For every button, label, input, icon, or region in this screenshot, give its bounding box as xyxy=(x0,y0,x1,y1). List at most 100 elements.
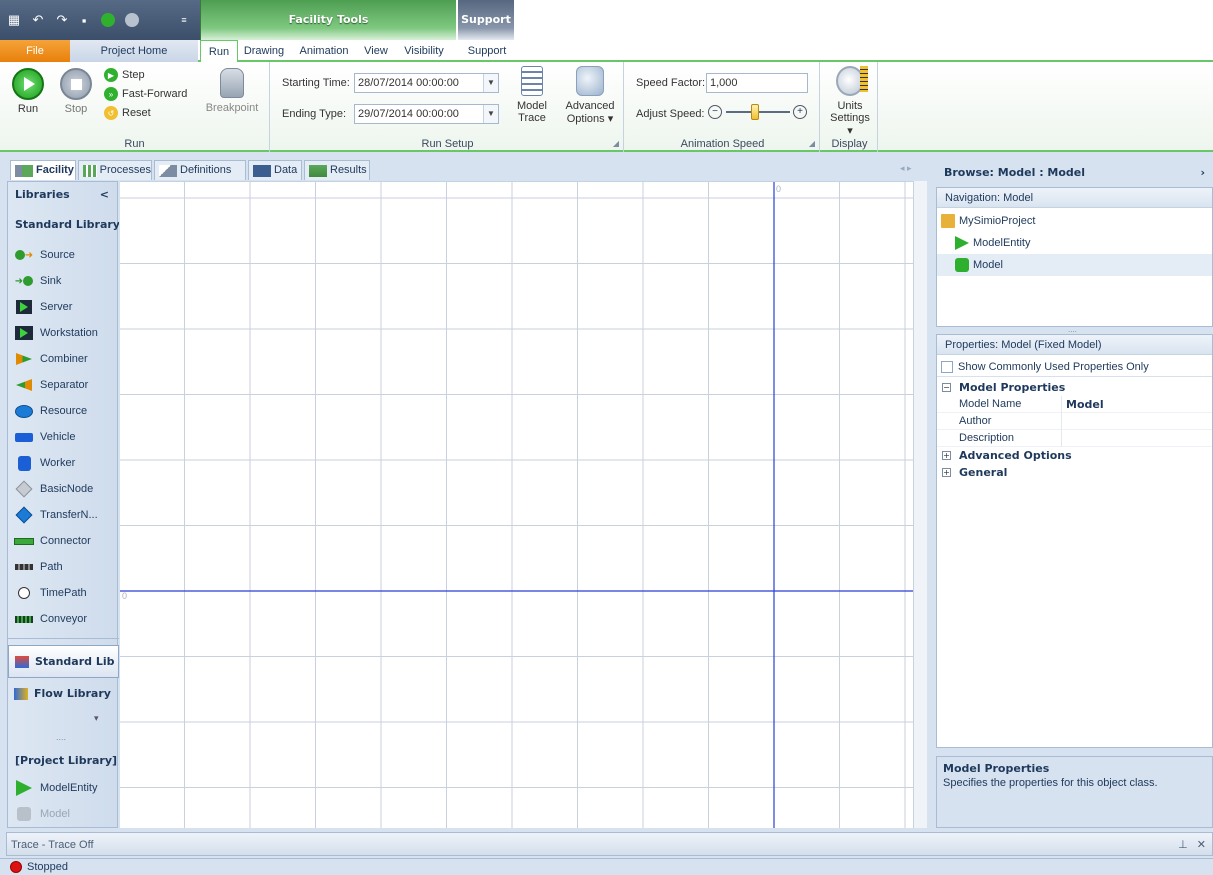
chevron-down-icon[interactable]: ▼ xyxy=(483,74,498,92)
advanced-options-button[interactable]: Advanced Options ▾ xyxy=(562,66,618,125)
tab-processes[interactable]: Processes xyxy=(78,160,152,180)
property-row-description[interactable]: Description xyxy=(937,430,1212,447)
collapse-icon[interactable]: − xyxy=(942,383,951,392)
library-item-separator[interactable]: Separator xyxy=(8,372,119,398)
tree-item-modelentity[interactable]: ModelEntity xyxy=(955,232,1030,254)
dialog-launcher-icon[interactable]: ◢ xyxy=(809,139,815,148)
sink-icon: ➜ xyxy=(14,274,34,288)
library-item-sink[interactable]: ➜ Sink xyxy=(8,268,119,294)
run-button[interactable]: Run xyxy=(8,68,48,115)
tab-run[interactable]: Run xyxy=(200,40,238,63)
app-icon[interactable]: ▦ xyxy=(6,12,22,28)
property-value[interactable]: Model xyxy=(1061,396,1212,413)
tab-project-home[interactable]: Project Home xyxy=(70,40,198,62)
redo-icon[interactable]: ↷ xyxy=(54,12,70,28)
category-advanced-options[interactable]: + Advanced Options xyxy=(937,447,1212,464)
tab-drawing[interactable]: Drawing xyxy=(240,40,288,62)
library-item-connector[interactable]: Connector xyxy=(8,528,119,554)
vehicle-icon xyxy=(14,430,34,444)
more-libraries-icon[interactable]: ▾ xyxy=(94,713,99,724)
tree-item-model[interactable]: Model xyxy=(937,254,1212,276)
library-item-server[interactable]: Server xyxy=(8,294,119,320)
adjust-speed-label: Adjust Speed: xyxy=(636,108,705,120)
step-button[interactable]: ▶ Step xyxy=(104,68,145,82)
quick-stop-icon[interactable] xyxy=(124,12,140,28)
library-item-basicnode[interactable]: BasicNode xyxy=(8,476,119,502)
panel-splitter-grip[interactable]: .... xyxy=(1068,325,1077,334)
tab-view[interactable]: View xyxy=(360,40,392,62)
stop-button[interactable]: Stop xyxy=(56,68,96,115)
tab-results[interactable]: Results xyxy=(304,160,370,180)
collapse-panel-icon[interactable]: › xyxy=(1200,160,1205,185)
speed-slider[interactable] xyxy=(726,104,790,120)
library-grip[interactable]: .... xyxy=(56,732,66,742)
fast-forward-button[interactable]: » Fast-Forward xyxy=(104,87,187,101)
tab-definitions[interactable]: Definitions xyxy=(154,160,246,180)
library-selector-standard[interactable]: Standard Lib xyxy=(8,645,119,678)
category-model-properties[interactable]: − Model Properties xyxy=(937,379,1212,396)
library-item-transfernode[interactable]: TransferN... xyxy=(8,502,119,528)
dialog-launcher-icon[interactable]: ◢ xyxy=(613,139,619,148)
library-item-vehicle[interactable]: Vehicle xyxy=(8,424,119,450)
library-item-resource[interactable]: Resource xyxy=(8,398,119,424)
speed-slider-thumb[interactable] xyxy=(750,104,759,120)
library-item-path[interactable]: Path xyxy=(8,554,119,580)
units-settings-button[interactable]: Units Settings ▾ xyxy=(826,66,874,137)
model-entity-icon xyxy=(955,236,969,250)
status-bar: Stopped xyxy=(0,858,1213,875)
chevron-down-icon[interactable]: ▼ xyxy=(483,105,498,123)
property-value[interactable] xyxy=(1061,413,1212,430)
expand-icon[interactable]: + xyxy=(942,468,951,477)
show-common-properties-toggle[interactable]: Show Commonly Used Properties Only xyxy=(937,357,1212,377)
speed-factor-input[interactable]: 1,000 xyxy=(706,73,808,93)
separator-icon xyxy=(14,378,34,392)
pin-icon[interactable]: ⊥ xyxy=(1178,839,1188,851)
property-row-author[interactable]: Author xyxy=(937,413,1212,430)
library-item-workstation[interactable]: Workstation xyxy=(8,320,119,346)
worker-icon xyxy=(14,455,34,471)
tab-scroll-arrows-icon[interactable]: ◂ ▸ xyxy=(900,163,912,174)
tree-item-project[interactable]: MySimioProject xyxy=(941,210,1035,232)
advanced-options-icon xyxy=(576,66,604,96)
breakpoint-button[interactable]: Breakpoint xyxy=(200,68,264,114)
properties-title: Properties: Model (Fixed Model) xyxy=(937,335,1212,355)
save-icon[interactable]: ▪ xyxy=(76,12,92,28)
canvas-scrollbar[interactable] xyxy=(913,181,927,828)
standard-library-title: Standard Library xyxy=(15,218,119,231)
tab-animation[interactable]: Animation xyxy=(295,40,353,62)
collapse-icon[interactable]: < xyxy=(100,182,109,208)
expand-icon[interactable]: + xyxy=(942,451,951,460)
property-value[interactable] xyxy=(1061,430,1212,447)
quick-run-icon[interactable] xyxy=(100,12,116,28)
zoom-in-icon[interactable]: + xyxy=(793,105,807,119)
property-row-model-name[interactable]: Model Name Model xyxy=(937,396,1212,413)
units-settings-icon xyxy=(836,66,868,96)
tab-file[interactable]: File xyxy=(0,40,70,62)
project-item-model[interactable]: Model xyxy=(8,801,119,827)
ending-type-combo[interactable]: 29/07/2014 00:00:00 ▼ xyxy=(354,104,499,124)
connector-icon xyxy=(14,534,34,548)
combiner-icon xyxy=(14,352,34,366)
facility-canvas[interactable]: 0 0 xyxy=(120,181,927,828)
tab-facility[interactable]: Facility xyxy=(10,160,76,180)
tab-data[interactable]: Data xyxy=(248,160,302,180)
category-general[interactable]: + General xyxy=(937,464,1212,481)
zoom-out-icon[interactable]: − xyxy=(708,105,722,119)
library-selector-flow[interactable]: Flow Library xyxy=(8,677,119,710)
model-trace-button[interactable]: Model Trace xyxy=(512,66,552,124)
library-item-conveyor[interactable]: Conveyor xyxy=(8,606,119,632)
undo-icon[interactable]: ↶ xyxy=(30,12,46,28)
starting-time-combo[interactable]: 28/07/2014 00:00:00 ▼ xyxy=(354,73,499,93)
project-item-modelentity[interactable]: ModelEntity xyxy=(8,775,119,801)
close-icon[interactable]: ✕ xyxy=(1197,839,1206,851)
library-item-worker[interactable]: Worker xyxy=(8,450,119,476)
tab-visibility[interactable]: Visibility xyxy=(398,40,450,62)
library-item-timepath[interactable]: TimePath xyxy=(8,580,119,606)
reset-button[interactable]: ↺ Reset xyxy=(104,106,151,120)
tab-support[interactable]: Support xyxy=(462,40,512,62)
checkbox[interactable] xyxy=(941,360,953,373)
library-item-source[interactable]: ➜ Source xyxy=(8,242,119,268)
customize-qat-icon[interactable]: ≡ xyxy=(176,12,192,28)
library-item-combiner[interactable]: Combiner xyxy=(8,346,119,372)
reset-icon: ↺ xyxy=(104,106,118,120)
